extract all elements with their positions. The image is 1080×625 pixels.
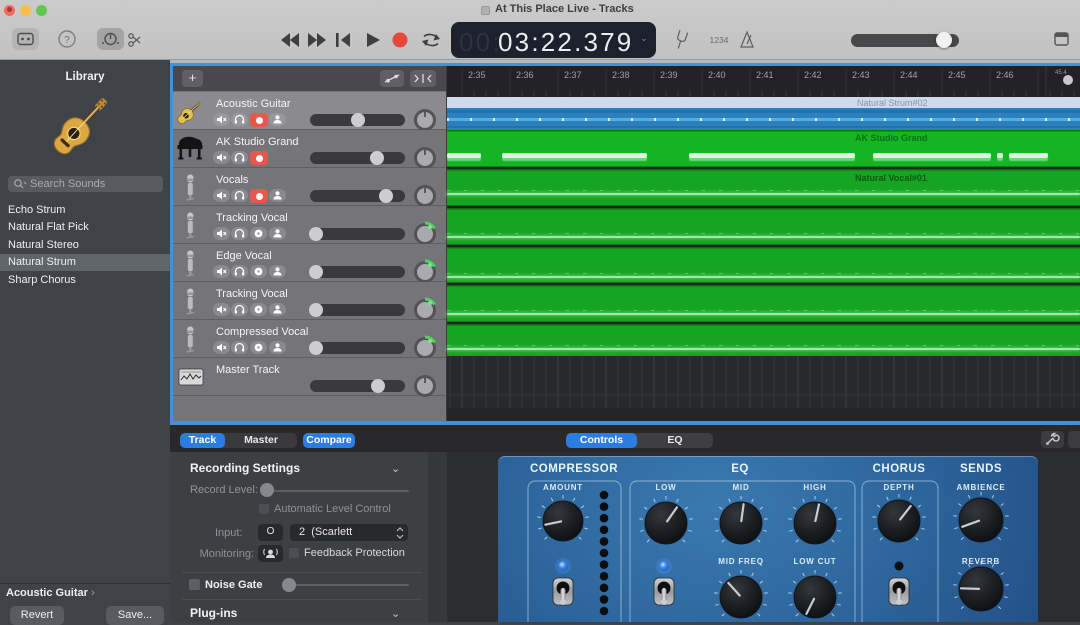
svg-text:LOW CUT: LOW CUT — [794, 557, 837, 566]
svg-text:2:44: 2:44 — [900, 70, 918, 80]
svg-text:2:38: 2:38 — [612, 70, 630, 80]
svg-text:HIGH: HIGH — [803, 483, 826, 492]
svg-text:MID FREQ: MID FREQ — [718, 557, 764, 566]
svg-text:2:39: 2:39 — [660, 70, 678, 80]
svg-text:COMPRESSOR: COMPRESSOR — [530, 463, 618, 475]
svg-text:EQ: EQ — [731, 463, 749, 475]
svg-text:2:46: 2:46 — [996, 70, 1014, 80]
svg-text:CHORUS: CHORUS — [873, 463, 926, 475]
svg-text:2:37: 2:37 — [564, 70, 582, 80]
svg-text:2:42: 2:42 — [804, 70, 822, 80]
svg-text:2:43: 2:43 — [852, 70, 870, 80]
svg-text:2:35: 2:35 — [468, 70, 486, 80]
svg-text:45.4: 45.4 — [1055, 70, 1067, 76]
svg-text:2:41: 2:41 — [756, 70, 774, 80]
svg-text:2:40: 2:40 — [708, 70, 726, 80]
svg-text:2:45: 2:45 — [948, 70, 966, 80]
svg-text:DEPTH: DEPTH — [883, 483, 914, 492]
svg-text:1234: 1234 — [710, 35, 729, 45]
svg-text:MID: MID — [732, 483, 749, 492]
svg-text:?: ? — [64, 35, 70, 46]
svg-text:SENDS: SENDS — [960, 463, 1002, 475]
svg-text:LOW: LOW — [655, 483, 676, 492]
svg-text:2:36: 2:36 — [516, 70, 534, 80]
svg-text:AMOUNT: AMOUNT — [543, 483, 583, 492]
svg-text:AMBIENCE: AMBIENCE — [956, 483, 1005, 492]
